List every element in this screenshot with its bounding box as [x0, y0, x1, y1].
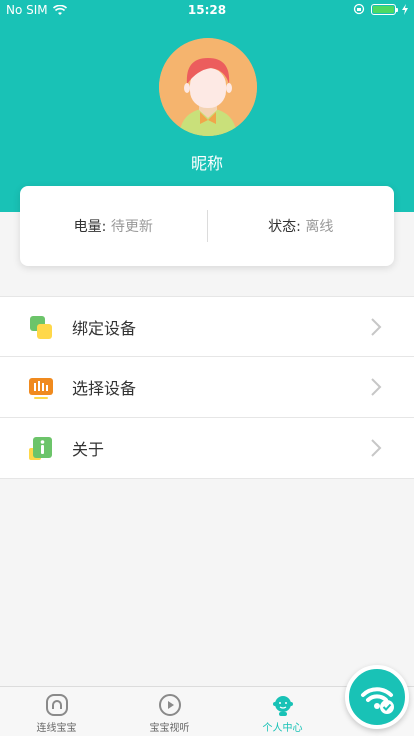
tab-label-connect-baby: 连线宝宝 [36, 723, 77, 734]
menu-label-select-device: 选择设备 [72, 379, 137, 398]
avatar-icon [159, 38, 257, 136]
avatar[interactable] [159, 38, 257, 136]
battery-info: 电量: 待更新 [20, 216, 207, 236]
battery-indicator [371, 3, 398, 15]
tab-label-profile: 个人中心 [262, 723, 303, 734]
tab-connect-baby[interactable]: 连线宝宝 [0, 687, 113, 736]
battery-label: 电量: [73, 219, 107, 235]
settings-menu: 绑定设备 选择设备 关于 [0, 296, 414, 479]
chevron-right-icon [371, 378, 382, 396]
tab-profile[interactable]: 个人中心 [226, 687, 339, 736]
menu-label-about: 关于 [72, 440, 105, 459]
connect-baby-icon [45, 694, 68, 716]
charging-icon [402, 3, 408, 15]
about-icon [29, 437, 52, 460]
status-bar: No SIM 15:28 [0, 0, 414, 22]
chevron-right-icon [371, 439, 382, 457]
play-icon [158, 694, 181, 716]
bind-device-icon [30, 316, 52, 339]
chevron-right-icon [371, 318, 382, 336]
wifi-connect-button[interactable] [345, 665, 409, 729]
select-device-icon [29, 378, 53, 399]
tab-baby-media[interactable]: 宝宝视听 [113, 687, 226, 736]
profile-baby-icon [272, 696, 293, 716]
device-info-card: 电量: 待更新 状态: 离线 [20, 186, 394, 266]
status-value: 离线 [305, 219, 334, 235]
status-label: 状态: [268, 219, 301, 235]
battery-value: 待更新 [110, 219, 153, 235]
status-time: 15:28 [187, 3, 227, 17]
profile-header: No SIM 15:28 昵称 [0, 0, 414, 212]
wifi-check-icon [361, 687, 394, 714]
menu-item-select-device[interactable]: 选择设备 [0, 357, 414, 418]
orientation-lock-icon [353, 3, 365, 15]
menu-label-bind-device: 绑定设备 [72, 318, 137, 338]
tab-label-baby-media: 宝宝视听 [149, 723, 190, 734]
status-info: 状态: 离线 [208, 216, 395, 236]
nickname: 昵称 [190, 154, 223, 173]
menu-item-bind-device[interactable]: 绑定设备 [0, 296, 414, 357]
menu-item-about[interactable]: 关于 [0, 418, 414, 479]
